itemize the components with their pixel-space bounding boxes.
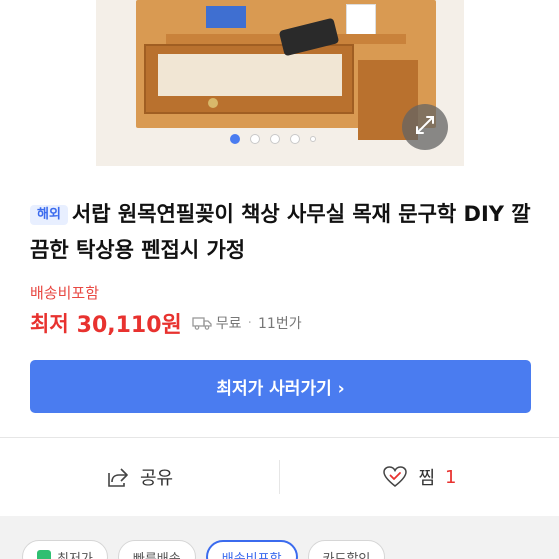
share-button[interactable]: 공유: [0, 448, 279, 506]
overseas-badge: 해외: [30, 205, 68, 225]
filter-chips: 최저가 빠른배송 배송비포함 카드할인: [22, 540, 386, 559]
like-count: 1: [445, 466, 457, 488]
truck-icon: [192, 316, 212, 330]
product-image-area: [0, 0, 559, 168]
seller-count: 11번가: [258, 316, 302, 332]
lowest-price-label: 최저: [30, 312, 69, 336]
like-label: 찜: [418, 468, 436, 489]
drawer-knob: [208, 98, 218, 108]
gallery-dot[interactable]: [290, 134, 300, 144]
chip-lowest-price[interactable]: 최저가: [22, 540, 108, 559]
chip-label: 배송비포함: [221, 551, 282, 559]
green-tag-icon: [37, 550, 51, 559]
shipping-included-note: 배송비포함: [30, 284, 100, 302]
separator-dot: ·: [247, 315, 252, 331]
product-title-text: 서랍 원목연필꽂이 책상 사무실 목재 문구학 DIY 깔끔한 탁상용 펜접시 …: [30, 202, 531, 262]
gallery-dot[interactable]: [270, 134, 280, 144]
heart-check-icon: [382, 465, 408, 489]
expand-icon: [414, 114, 436, 140]
price-value: 30,110원: [76, 313, 182, 338]
chip-shipping-included[interactable]: 배송비포함: [205, 540, 298, 559]
zoom-button[interactable]: [402, 104, 448, 150]
chip-label: 빠른배송: [132, 551, 181, 559]
gallery-dot[interactable]: [230, 134, 240, 144]
chip-label: 카드할인: [322, 551, 371, 559]
product-title: 해외 서랍 원목연필꽂이 책상 사무실 목재 문구학 DIY 깔끔한 탁상용 펜접…: [30, 196, 540, 268]
drawer-illustration: [144, 44, 354, 114]
gallery-pagination: [230, 133, 316, 145]
shelf-item: [206, 6, 246, 28]
shipping-info: 무료 · 11번가: [192, 313, 302, 333]
action-bar: 공유 찜 1: [0, 448, 559, 506]
share-icon: [106, 466, 130, 488]
shipping-fee: 무료: [215, 316, 242, 332]
shelf-item: [346, 4, 376, 38]
product-title-block: 해외 서랍 원목연필꽂이 책상 사무실 목재 문구학 DIY 깔끔한 탁상용 펜접…: [30, 196, 540, 268]
chip-fast-delivery[interactable]: 빠른배송: [117, 540, 196, 559]
like-button[interactable]: 찜 1: [280, 448, 559, 506]
divider: [0, 437, 559, 438]
chip-card-discount[interactable]: 카드할인: [307, 540, 386, 559]
share-label: 공유: [139, 468, 174, 489]
buy-lowest-price-button[interactable]: 최저가 사러가기 ›: [30, 360, 531, 413]
price-row: 최저 30,110원 무료 · 11번가: [30, 306, 302, 340]
gallery-dot[interactable]: [310, 136, 316, 142]
chip-label: 최저가: [57, 551, 93, 559]
gallery-dot[interactable]: [250, 134, 260, 144]
